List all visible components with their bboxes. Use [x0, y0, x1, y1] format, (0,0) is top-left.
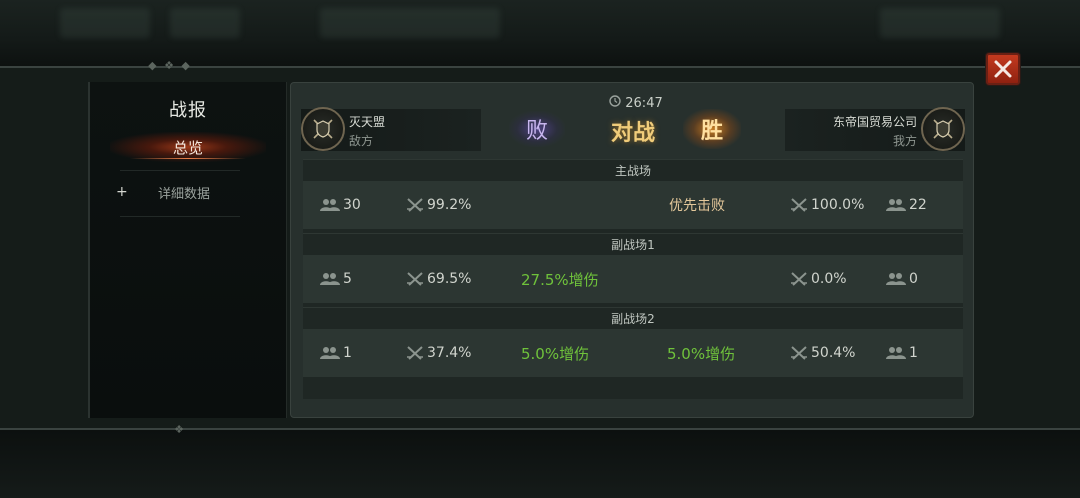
- crossed-swords-icon: [405, 271, 425, 287]
- sidebar-item-overview[interactable]: 总览: [110, 132, 266, 162]
- expand-plus-icon: +: [116, 184, 128, 200]
- crossed-swords-icon: [789, 271, 809, 287]
- enemy-player-count-value: 30: [343, 197, 361, 213]
- enemy-player-count-value: 1: [343, 345, 352, 361]
- battlefield-section-title: 主战场: [303, 159, 963, 182]
- sidebar-divider: [120, 216, 240, 217]
- enemy-battle-rate: 69.5%: [405, 255, 471, 303]
- enemy-player-count-value: 5: [343, 271, 352, 287]
- battlefield-row: 5 69.5% 27.5%增伤 0.0% 0: [303, 255, 963, 303]
- ally-battle-rate-value: 50.4%: [811, 345, 856, 361]
- crossed-swords-icon: [789, 345, 809, 361]
- battlefield-section-title: 副战场1: [303, 233, 963, 256]
- frame-ornament-icon: ❖: [174, 423, 186, 436]
- battle-timer: 26:47: [601, 95, 671, 111]
- shield-emblem-icon[interactable]: [301, 107, 345, 151]
- enemy-damage-buff: 5.0%增伤: [521, 329, 589, 377]
- close-icon: [994, 60, 1012, 78]
- priority-defeat-label-value: 优先击败: [669, 198, 725, 214]
- ally-player-count: 0: [885, 255, 918, 303]
- report-overview: 26:47 灭天盟 敌方 东帝国贸易公司 我方 败 对战 胜 主战场 30 99…: [290, 82, 974, 418]
- crossed-swords-icon: [405, 345, 425, 361]
- ally-battle-rate-value: 100.0%: [811, 197, 865, 213]
- versus-label: 对战: [610, 121, 655, 146]
- enemy-team-name: 灭天盟: [349, 115, 386, 129]
- sidebar-item-detail-data[interactable]: + 详細数据: [110, 180, 266, 204]
- ally-player-count: 1: [885, 329, 918, 377]
- ally-battle-rate: 50.4%: [789, 329, 855, 377]
- enemy-damage-buff-value: 5.0%增伤: [521, 344, 590, 363]
- enemy-player-count: 30: [319, 181, 361, 229]
- players-icon: [319, 198, 341, 212]
- timer-value: 26:47: [625, 95, 663, 111]
- ally-team-name: 东帝国贸易公司: [832, 115, 917, 129]
- players-icon: [319, 346, 341, 360]
- enemy-battle-rate-value: 37.4%: [427, 345, 472, 361]
- ally-player-count: 22: [885, 181, 927, 229]
- background-blur: [320, 8, 500, 38]
- enemy-player-count: 5: [319, 255, 352, 303]
- enemy-damage-buff-value: 27.5%增伤: [521, 270, 599, 289]
- players-icon: [319, 272, 341, 286]
- ally-player-count-value: 1: [909, 345, 918, 361]
- enemy-battle-rate-value: 69.5%: [427, 271, 472, 287]
- sidebar-item-label: 总览: [172, 138, 203, 157]
- background-top: [0, 0, 1080, 66]
- ally-battle-rate-value: 0.0%: [811, 271, 847, 287]
- battle-report-panel: ◆ ❖ ◆ ❖ 战报 总览 + 详細数据 26:47 灭天盟 敌方 东帝国贸易公…: [0, 59, 1080, 436]
- battlefield-row: 1 37.4% 5.0%增伤 5.0%增伤 50.4% 1: [303, 329, 963, 377]
- ally-battle-rate: 100.0%: [789, 181, 864, 229]
- battle-header: 26:47 灭天盟 敌方 东帝国贸易公司 我方 败 对战 胜: [291, 83, 975, 153]
- players-icon: [885, 272, 907, 286]
- enemy-battle-rate: 37.4%: [405, 329, 471, 377]
- frame-ornament-icon: ◆ ❖ ◆: [148, 59, 192, 72]
- enemy-damage-buff: 27.5%增伤: [521, 255, 599, 303]
- ally-damage-buff: 5.0%增伤: [667, 329, 735, 377]
- battlefield-row: 30 99.2% 优先击败 100.0% 22: [303, 181, 963, 229]
- ally-player-count-value: 0: [909, 271, 918, 287]
- sidebar-divider: [120, 170, 240, 171]
- ally-side-label: 我方: [892, 134, 917, 148]
- battlefield-table: 主战场 30 99.2% 优先击败 100.0% 22 副战场1 5 69.5% 27.5%增伤 0…: [303, 159, 963, 399]
- clock-icon: [609, 95, 621, 111]
- sidebar: 战报 总览 + 详細数据: [88, 82, 287, 418]
- background-blur: [170, 8, 240, 38]
- enemy-battle-rate: 99.2%: [405, 181, 471, 229]
- close-button[interactable]: [986, 53, 1020, 85]
- background-blur: [60, 8, 150, 38]
- enemy-battle-rate-value: 99.2%: [427, 197, 472, 213]
- sidebar-item-label: 详細数据: [158, 186, 211, 202]
- enemy-side-label: 敌方: [349, 134, 374, 148]
- players-icon: [885, 198, 907, 212]
- priority-defeat-label: 优先击败: [669, 181, 725, 229]
- ally-battle-rate: 0.0%: [789, 255, 847, 303]
- ally-player-count-value: 22: [909, 197, 927, 213]
- crossed-swords-icon: [405, 197, 425, 213]
- ally-damage-buff-value: 5.0%增伤: [667, 344, 736, 363]
- players-icon: [885, 346, 907, 360]
- sidebar-title: 战报: [169, 100, 207, 121]
- crossed-swords-icon: [789, 197, 809, 213]
- battlefield-section-title: 副战场2: [303, 307, 963, 330]
- defeat-badge: 败: [509, 111, 565, 147]
- shield-emblem-icon[interactable]: [921, 107, 965, 151]
- background-bottom: [0, 430, 1080, 498]
- victory-badge: 胜: [683, 109, 741, 149]
- enemy-player-count: 1: [319, 329, 352, 377]
- background-blur: [880, 8, 1000, 38]
